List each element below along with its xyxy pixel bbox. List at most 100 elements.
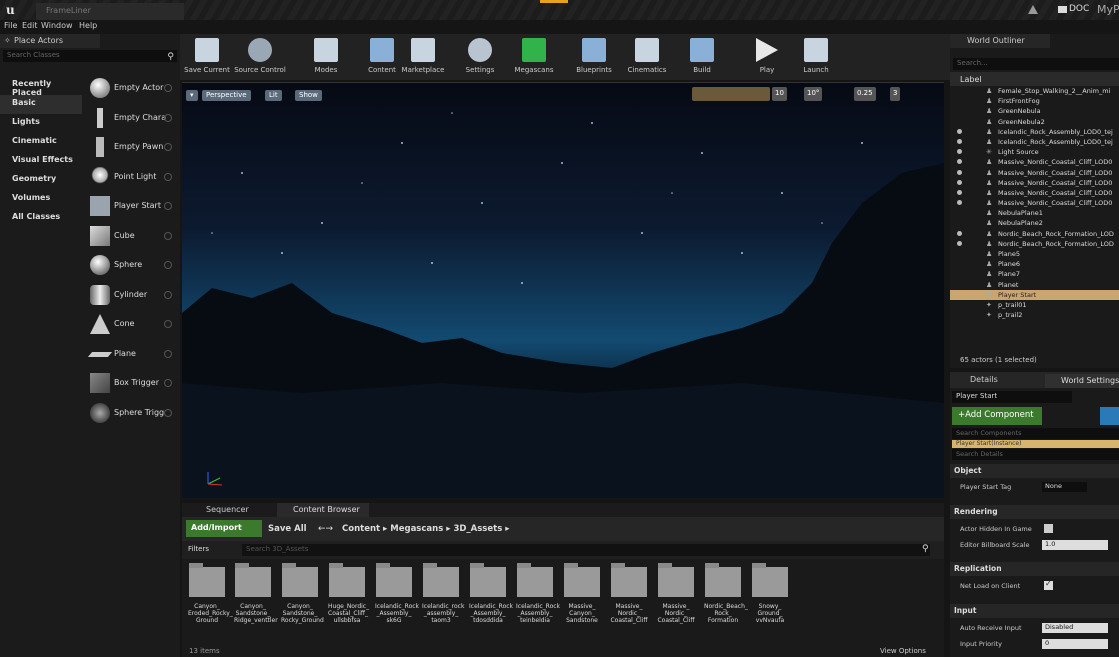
folder-item[interactable]: Canyon_ Eroded_Rocky_ Ground <box>188 563 233 624</box>
actor-item-cylinder[interactable]: Cylinder <box>84 281 180 311</box>
add-import-button[interactable]: Add/Import <box>186 520 262 537</box>
outliner-row[interactable]: ♟ Nordic_Beach_Rock_Formation_LOD <box>950 239 1119 249</box>
visibility-eye-icon[interactable] <box>957 149 962 155</box>
outliner-row[interactable]: ♟ NebulaPlane2 <box>950 218 1119 228</box>
folder-item[interactable]: Nordic_Beach_ Rock_ Formation <box>704 563 748 624</box>
search-icon[interactable]: ⚲ <box>167 52 174 62</box>
modes-button[interactable]: Modes <box>306 38 346 74</box>
folder-item[interactable]: Huge_Nordic_ Coastal_Cliff_ ullsbbfsa <box>328 563 369 624</box>
outliner-row[interactable]: ✳ Light Source <box>950 147 1119 157</box>
menu-file[interactable]: File <box>4 21 17 30</box>
actor-item-empty-character[interactable]: Empty Chara <box>84 104 180 134</box>
cinematics-button[interactable]: Cinematics <box>624 38 670 74</box>
section-object[interactable]: Object <box>950 464 1119 478</box>
visibility-eye-icon[interactable] <box>957 169 962 175</box>
save-all-button[interactable]: Save All <box>268 524 307 534</box>
blueprints-button[interactable]: Blueprints <box>574 38 614 74</box>
visibility-eye-icon[interactable] <box>957 200 962 206</box>
net-load-checkbox[interactable] <box>1044 579 1053 590</box>
section-rendering[interactable]: Rendering <box>950 505 1119 519</box>
doc-icon[interactable] <box>1058 6 1067 13</box>
outliner-row-selected[interactable]: ⚑ Player Start <box>950 289 1119 300</box>
build-button[interactable]: Build <box>684 38 720 74</box>
outliner-row[interactable]: ♟ Massive_Nordic_Coastal_Cliff_LOD0 <box>950 198 1119 208</box>
doc-button[interactable]: DOC <box>1069 4 1089 14</box>
actor-item-empty-actor[interactable]: Empty Actor <box>84 74 180 104</box>
input-priority-spinner[interactable]: 0 <box>1042 639 1108 649</box>
category-lights[interactable]: Lights <box>0 114 82 133</box>
folder-item[interactable]: Icelandic_Rock _Assembly_ teinbeldia <box>516 563 560 624</box>
megascans-button[interactable]: Megascans <box>514 38 554 74</box>
actor-item-box-trigger[interactable]: Box Trigger <box>84 369 180 399</box>
help-icon[interactable] <box>164 113 172 122</box>
perspective-button[interactable]: Perspective <box>202 90 251 101</box>
outliner-row[interactable]: ♟ GreenNebula <box>950 106 1119 116</box>
save-current-button[interactable]: Save Current <box>184 38 230 74</box>
category-geometry[interactable]: Geometry <box>0 171 82 190</box>
search-assets-input[interactable]: Search 3D_Assets <box>242 544 930 556</box>
visibility-eye-icon[interactable] <box>957 189 962 195</box>
world-outliner-tab[interactable]: World Outliner <box>950 34 1050 48</box>
billboard-scale-spinner[interactable]: 1.0 <box>1042 540 1108 550</box>
place-actors-tab[interactable]: Place Actors <box>0 34 100 48</box>
actor-hidden-checkbox[interactable] <box>1044 524 1053 533</box>
folder-item[interactable]: Icelandic_rock _assembly_ taom3 <box>422 563 464 624</box>
category-recently-placed[interactable]: Recently Placed <box>0 76 82 97</box>
player-start-tag-field[interactable]: None <box>1042 482 1087 492</box>
auto-receive-input-dropdown[interactable]: Disabled <box>1042 623 1108 633</box>
launch-button[interactable]: Launch <box>796 38 836 74</box>
menu-help[interactable]: Help <box>79 21 97 30</box>
outliner-row[interactable]: ♟ Plane5 <box>950 249 1119 259</box>
help-icon[interactable] <box>164 408 172 417</box>
actor-item-sphere-trigger[interactable]: Sphere Trigg <box>84 399 180 429</box>
rotation-snap-value[interactable]: 10° <box>804 87 823 101</box>
camera-speed-value[interactable]: 3 <box>890 87 901 101</box>
folder-item[interactable]: Massive_ Canyon_ Sandstone <box>563 563 601 624</box>
help-icon[interactable] <box>164 202 172 210</box>
play-button[interactable]: Play <box>750 38 784 74</box>
outliner-row[interactable]: ♟ Massive_Nordic_Coastal_Cliff_LOD0 <box>950 188 1119 198</box>
folder-item[interactable]: Canyon_ Sandstone_ Rocky_Ground <box>281 563 324 624</box>
outliner-row[interactable]: ♟ Nordic_Beach_Rock_Formation_LOD <box>950 229 1119 239</box>
history-arrows-icon[interactable]: ←→ <box>318 524 333 534</box>
outliner-row[interactable]: ♟ Icelandic_Rock_Assembly_LOD0_tej <box>950 137 1119 147</box>
category-all-classes[interactable]: All Classes <box>0 209 82 228</box>
folder-item[interactable]: Massive_ Nordic_ Coastal_Cliff <box>610 563 648 624</box>
visibility-eye-icon[interactable] <box>957 159 962 165</box>
component-instance-row[interactable]: Player Start(Instance) <box>952 440 1119 448</box>
view-options-button[interactable]: View Options <box>880 647 926 655</box>
outliner-row[interactable]: ♟ Plane7 <box>950 269 1119 279</box>
content-button[interactable]: Content <box>364 38 400 74</box>
label-column-header[interactable]: Label <box>950 72 1119 86</box>
outliner-row[interactable]: ✦ p_trail01 <box>950 300 1119 310</box>
visibility-eye-icon[interactable] <box>957 138 962 144</box>
category-cinematic[interactable]: Cinematic <box>0 133 82 152</box>
section-replication[interactable]: Replication <box>950 562 1119 576</box>
add-component-button[interactable]: +Add Component <box>952 407 1042 425</box>
tab-sequencer[interactable]: Sequencer <box>190 505 249 514</box>
search-classes-input[interactable]: Search Classes <box>3 50 177 62</box>
visibility-eye-icon[interactable] <box>957 128 962 134</box>
actor-item-sphere[interactable]: Sphere <box>84 251 180 281</box>
actor-item-cone[interactable]: Cone <box>84 310 180 340</box>
outliner-row[interactable]: ♟ Massive_Nordic_Coastal_Cliff_LOD0 <box>950 157 1119 167</box>
actor-item-plane[interactable]: Plane <box>84 340 180 370</box>
help-icon[interactable] <box>164 143 172 151</box>
outliner-row[interactable]: ♟ Plane6 <box>950 259 1119 269</box>
help-icon[interactable] <box>164 84 172 92</box>
help-icon[interactable] <box>164 349 172 358</box>
search-components-input[interactable]: Search Components <box>952 428 1119 439</box>
tab-content-browser[interactable]: Content Browser <box>277 503 369 517</box>
breadcrumb-megascans[interactable]: Megascans <box>390 524 443 534</box>
breadcrumb-content[interactable]: Content <box>342 524 380 534</box>
menu-edit[interactable]: Edit <box>22 21 38 30</box>
actor-item-cube[interactable]: Cube <box>84 222 180 252</box>
category-visual-effects[interactable]: Visual Effects <box>0 152 82 171</box>
help-icon[interactable] <box>164 290 172 299</box>
breadcrumb-3d-assets[interactable]: 3D_Assets <box>453 524 502 534</box>
menu-window[interactable]: Window <box>41 21 73 30</box>
notification-icon[interactable] <box>1028 5 1038 14</box>
source-control-button[interactable]: Source Control <box>232 38 288 74</box>
help-icon[interactable] <box>164 320 172 328</box>
help-icon[interactable] <box>164 261 172 269</box>
